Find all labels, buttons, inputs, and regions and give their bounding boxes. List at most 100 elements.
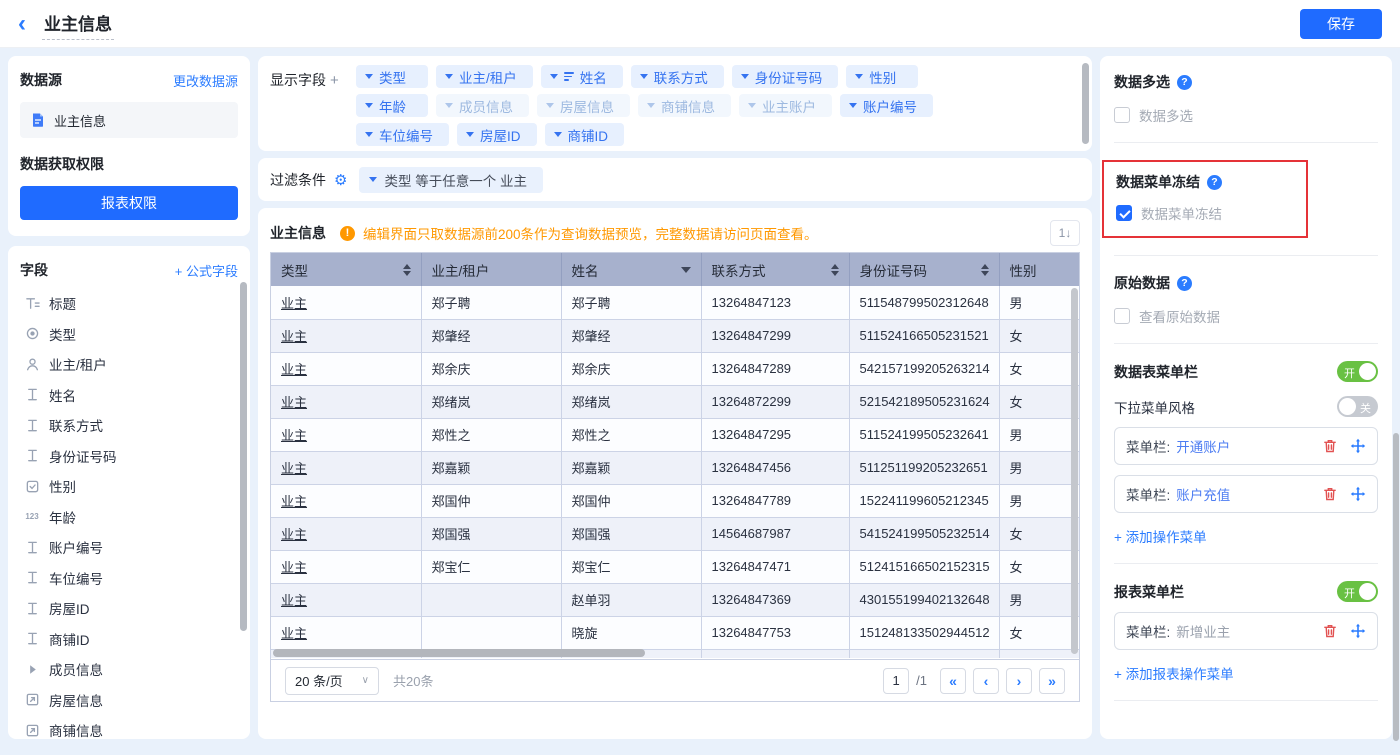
add-report-action-menu-link[interactable]: + 添加报表操作菜单 xyxy=(1114,663,1378,683)
gear-icon[interactable]: ⚙ xyxy=(334,171,347,189)
menu-bar-item[interactable]: 菜单栏:账户充值 xyxy=(1114,475,1378,513)
datasource-item[interactable]: 业主信息 xyxy=(20,102,238,138)
next-page-button[interactable]: › xyxy=(1006,668,1032,694)
display-field-tag[interactable]: 姓名 xyxy=(541,65,623,88)
table-row[interactable]: 业主郑子聘郑子聘13264847123511548799502312648男 xyxy=(271,286,1079,319)
menu-freeze-checkbox[interactable] xyxy=(1116,205,1132,221)
dropdown-style-toggle[interactable]: 关 xyxy=(1337,396,1378,417)
change-datasource-link[interactable]: 更改数据源 xyxy=(173,71,238,90)
sort-settings-button[interactable]: 1↓ xyxy=(1050,220,1080,246)
display-fields-scrollbar[interactable] xyxy=(1082,63,1089,144)
table-column-header[interactable]: 业主/租户 xyxy=(421,253,561,286)
display-field-tag[interactable]: 成员信息 xyxy=(436,94,529,117)
table-row[interactable]: 业主郑宝仁郑宝仁13264847471512415166502152315女 xyxy=(271,550,1079,583)
window-scrollbar[interactable] xyxy=(1393,433,1399,741)
move-icon[interactable] xyxy=(1350,438,1366,454)
last-page-button[interactable]: » xyxy=(1039,668,1065,694)
field-item[interactable]: 业主/租户 xyxy=(20,349,238,380)
field-item[interactable]: 成员信息 xyxy=(20,654,238,685)
delete-icon[interactable] xyxy=(1322,438,1338,454)
move-icon[interactable] xyxy=(1350,486,1366,502)
help-icon[interactable]: ? xyxy=(1177,276,1192,291)
help-icon[interactable]: ? xyxy=(1207,175,1222,190)
display-field-tag[interactable]: 业主账户 xyxy=(739,94,832,117)
table-row[interactable]: 业主晓旋13264847753151248133502944512女 xyxy=(271,616,1079,649)
field-item[interactable]: 性别 xyxy=(20,471,238,502)
display-field-tag[interactable]: 房屋信息 xyxy=(537,94,630,117)
sort-desc-icon[interactable] xyxy=(681,267,691,273)
field-item[interactable]: 123年龄 xyxy=(20,502,238,533)
display-field-tag[interactable]: 车位编号 xyxy=(356,123,449,146)
back-icon[interactable]: ‹ xyxy=(18,12,26,36)
page-size-select[interactable]: 20 条/页 ∨ xyxy=(285,667,379,695)
table-row[interactable]: 业主郑国仲郑国仲13264847789152241199605212345男 xyxy=(271,484,1079,517)
delete-icon[interactable] xyxy=(1322,623,1338,639)
report-permission-button[interactable]: 报表权限 xyxy=(20,186,238,220)
sort-icon[interactable] xyxy=(981,264,989,276)
table-vertical-scrollbar[interactable] xyxy=(1071,288,1078,654)
table-column-header[interactable]: 类型 xyxy=(271,253,421,286)
field-item[interactable]: 标题 xyxy=(20,288,238,319)
page-title[interactable]: 业主信息 xyxy=(42,8,114,40)
menu-item-name[interactable]: 开通账户 xyxy=(1176,436,1230,456)
field-item[interactable]: 账户编号 xyxy=(20,532,238,563)
field-item[interactable]: 类型 xyxy=(20,319,238,350)
display-field-tag[interactable]: 商铺ID xyxy=(545,123,625,146)
filter-condition-tag[interactable]: 类型 等于任意一个 业主 xyxy=(359,167,543,193)
table-horizontal-scrollbar[interactable] xyxy=(273,649,645,657)
field-item[interactable]: 商铺信息 xyxy=(20,715,238,739)
field-item[interactable]: 联系方式 xyxy=(20,410,238,441)
delete-icon[interactable] xyxy=(1322,486,1338,502)
table-menu-toggle[interactable]: 开 xyxy=(1337,361,1378,382)
save-button[interactable]: 保存 xyxy=(1300,9,1382,39)
add-action-menu-link[interactable]: + 添加操作菜单 xyxy=(1114,526,1378,546)
field-item[interactable]: 房屋ID xyxy=(20,593,238,624)
add-display-field-icon[interactable]: + xyxy=(330,72,339,89)
multi-select-checkbox[interactable] xyxy=(1114,107,1130,123)
field-item[interactable]: 商铺ID xyxy=(20,624,238,655)
menu-item-name[interactable]: 新增业主 xyxy=(1176,621,1230,641)
sort-icon[interactable] xyxy=(403,264,411,276)
table-row[interactable]: 业主郑国强郑国强14564687987541524199505232514女 xyxy=(271,517,1079,550)
display-field-tag[interactable]: 业主/租户 xyxy=(436,65,533,88)
menu-freeze-checkbox-row[interactable]: 数据菜单冻结 xyxy=(1116,203,1294,223)
menu-bar-item[interactable]: 菜单栏:开通账户 xyxy=(1114,427,1378,465)
display-field-tag[interactable]: 年龄 xyxy=(356,94,428,117)
display-field-tag[interactable]: 商铺信息 xyxy=(638,94,731,117)
field-item[interactable]: 房屋信息 xyxy=(20,685,238,716)
display-field-tag[interactable]: 房屋ID xyxy=(457,123,537,146)
first-page-button[interactable]: « xyxy=(940,668,966,694)
current-page-input[interactable]: 1 xyxy=(883,668,909,694)
menu-item-name[interactable]: 账户充值 xyxy=(1176,484,1230,504)
field-item[interactable]: 姓名 xyxy=(20,380,238,411)
help-icon[interactable]: ? xyxy=(1177,75,1192,90)
display-field-tag[interactable]: 性别 xyxy=(846,65,918,88)
table-row[interactable]: 业主郑余庆郑余庆13264847289542157199205263214女 xyxy=(271,352,1079,385)
field-item[interactable]: 身份证号码 xyxy=(20,441,238,472)
multi-select-checkbox-row[interactable]: 数据多选 xyxy=(1114,105,1378,125)
display-field-tag[interactable]: 身份证号码 xyxy=(732,65,839,88)
add-formula-field-link[interactable]: + 公式字段 xyxy=(175,261,238,280)
table-row[interactable]: 业主郑绪岚郑绪岚13264872299521542189505231624女 xyxy=(271,385,1079,418)
field-item[interactable]: 车位编号 xyxy=(20,563,238,594)
table-row[interactable]: 业主郑性之郑性之13264847295511524199505232641男 xyxy=(271,418,1079,451)
move-icon[interactable] xyxy=(1350,623,1366,639)
field-item-label: 姓名 xyxy=(49,385,76,405)
table-column-header[interactable]: 身份证号码 xyxy=(849,253,999,286)
report-menu-toggle[interactable]: 开 xyxy=(1337,581,1378,602)
raw-data-checkbox[interactable] xyxy=(1114,308,1130,324)
menu-bar-item[interactable]: 菜单栏:新增业主 xyxy=(1114,612,1378,650)
table-row[interactable]: 业主郑肇经郑肇经13264847299511524166505231521女 xyxy=(271,319,1079,352)
sort-icon[interactable] xyxy=(831,264,839,276)
raw-data-checkbox-row[interactable]: 查看原始数据 xyxy=(1114,306,1378,326)
display-field-tag[interactable]: 联系方式 xyxy=(631,65,724,88)
table-row[interactable]: 业主赵单羽13264847369430155199402132648男 xyxy=(271,583,1079,616)
table-column-header[interactable]: 联系方式 xyxy=(701,253,849,286)
display-field-tag[interactable]: 类型 xyxy=(356,65,428,88)
table-row[interactable]: 业主郑嘉颖郑嘉颖13264847456511251199205232651男 xyxy=(271,451,1079,484)
fields-scrollbar[interactable] xyxy=(240,282,247,631)
prev-page-button[interactable]: ‹ xyxy=(973,668,999,694)
display-field-tag[interactable]: 账户编号 xyxy=(840,94,933,117)
table-column-header[interactable]: 姓名 xyxy=(561,253,701,286)
table-column-header[interactable]: 性别 xyxy=(999,253,1079,286)
